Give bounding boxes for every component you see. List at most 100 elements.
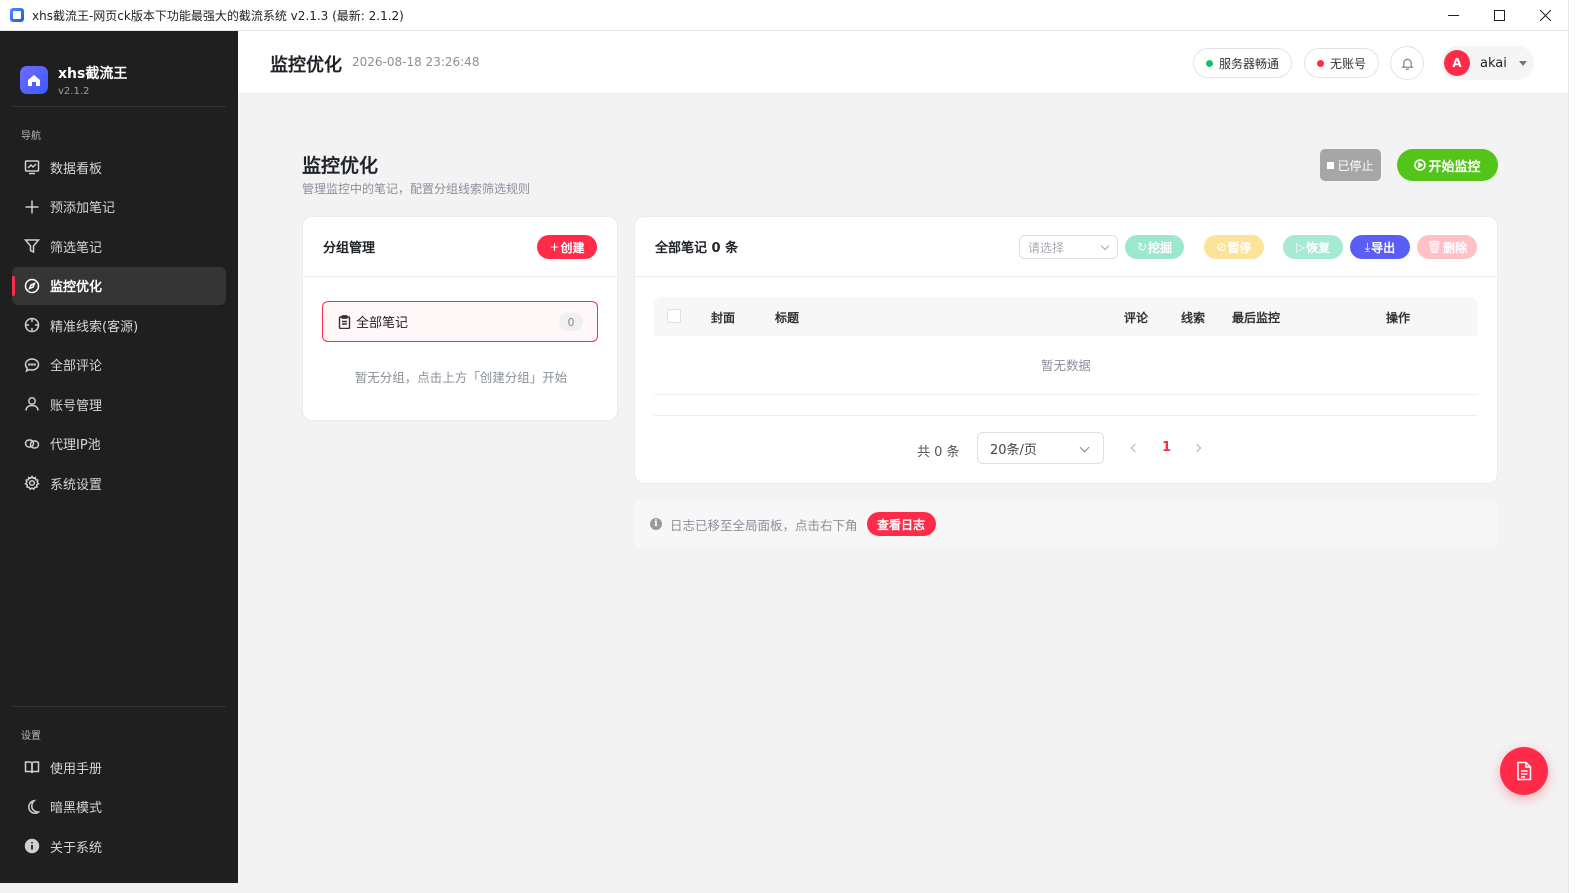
group-card-header: 分组管理 + 创建 <box>303 217 617 277</box>
log-panel-fab[interactable] <box>1500 747 1548 795</box>
header-timestamp: 2026-08-18 23:26:48 <box>352 55 480 69</box>
account-status-text: 无账号 <box>1330 56 1367 71</box>
notes-card-header: 全部笔记 0 条 请选择 ↻ 挖掘 ⊘ 暂停 ▷ 恢复 ⤓ 导出 � <box>635 217 1497 277</box>
chevron-down-icon <box>1100 241 1110 251</box>
sidebar-item-pre-add-notes[interactable]: 预添加笔记 <box>12 188 226 226</box>
play-icon: ▷ <box>1295 240 1306 254</box>
pause-label: 暂停 <box>1227 240 1252 255</box>
account-status-badge[interactable]: 无账号 <box>1304 48 1380 78</box>
sidebar-item-manual[interactable]: 使用手册 <box>12 748 226 786</box>
create-group-button[interactable]: + 创建 <box>537 235 597 259</box>
user-menu[interactable]: A akai <box>1441 46 1534 80</box>
prev-page-button[interactable] <box>1130 442 1140 454</box>
chart-icon <box>23 159 40 176</box>
delete-button[interactable]: 🗑 删除 <box>1417 235 1477 259</box>
user-name: akai <box>1480 55 1507 71</box>
brand-logo-icon <box>20 65 48 94</box>
column-header-last-monitor: 最后监控 <box>1232 311 1281 325</box>
start-monitor-button[interactable]: 开始监控 <box>1397 149 1498 181</box>
sidebar-item-dark-mode[interactable]: 暗黑模式 <box>12 788 226 826</box>
sidebar-item-label: 账号管理 <box>50 398 103 414</box>
stopped-button[interactable]: 已停止 <box>1320 149 1381 181</box>
info-icon: i <box>650 518 662 530</box>
sidebar-item-monitor[interactable]: 监控优化 <box>12 266 226 305</box>
column-header-title: 标题 <box>775 311 800 325</box>
group-select[interactable]: 请选择 <box>1019 235 1118 259</box>
export-label: 导出 <box>1371 240 1396 255</box>
start-monitor-label: 开始监控 <box>1428 159 1481 175</box>
group-card-title: 分组管理 <box>323 241 376 256</box>
sidebar-item-filter-notes[interactable]: 筛选笔记 <box>12 227 226 265</box>
sidebar-item-accounts[interactable]: 账号管理 <box>12 385 226 423</box>
window-controls <box>1430 0 1568 30</box>
filter-icon <box>23 238 40 255</box>
sidebar-item-label: 代理IP池 <box>50 438 101 453</box>
column-header-actions: 操作 <box>1386 311 1411 325</box>
group-item-all-notes[interactable]: 全部笔记 0 <box>322 301 598 342</box>
export-button[interactable]: ⤓ 导出 <box>1350 235 1410 259</box>
sidebar-item-label: 精准线索(客源) <box>50 319 139 335</box>
sidebar-item-label: 筛选笔记 <box>50 240 103 256</box>
group-item-label: 全部笔记 <box>356 316 409 331</box>
sidebar-item-settings[interactable]: 系统设置 <box>12 464 226 502</box>
sidebar-item-proxy-pool[interactable]: 代理IP池 <box>12 425 226 463</box>
window-right-edge <box>1568 0 1586 893</box>
pagination-total: 共 0 条 <box>917 445 960 460</box>
view-log-button[interactable]: 查看日志 <box>866 512 936 536</box>
current-page-number[interactable]: 1 <box>1162 440 1171 455</box>
window-titlebar: xhs截流王-网页ck版本下功能最强大的截流系统 v2.1.3 (最新: 2.1… <box>0 0 1568 31</box>
close-icon[interactable] <box>1522 0 1568 30</box>
plus-icon <box>23 198 40 215</box>
sidebar-item-label: 监控优化 <box>50 280 103 295</box>
user-icon <box>23 396 40 413</box>
page-size-select[interactable]: 20条/页 <box>977 432 1104 464</box>
delete-label: 删除 <box>1443 240 1468 255</box>
log-notice-bar: i 日志已移至全局面板，点击右下角 查看日志 <box>634 500 1498 548</box>
clipboard-icon <box>338 314 351 329</box>
brand: xhs截流王 v2.1.2 <box>0 31 238 106</box>
sidebar-item-dashboard[interactable]: 数据看板 <box>12 148 226 186</box>
table-header: 封面 标题 评论 线索 最后监控 操作 <box>654 297 1478 336</box>
select-all-checkbox[interactable] <box>667 309 681 323</box>
sidebar-item-label: 全部评论 <box>50 359 103 374</box>
link-icon <box>23 435 40 452</box>
info-icon <box>23 838 40 855</box>
sidebar-item-about[interactable]: 关于系统 <box>12 827 226 865</box>
minimize-icon[interactable] <box>1430 0 1476 30</box>
sidebar-item-label: 预添加笔记 <box>50 201 116 216</box>
main-content: 监控优化 管理监控中的笔记，配置分组线索筛选规则 已停止 开始监控 分组管理 +… <box>238 94 1568 883</box>
sidebar: xhs截流王 v2.1.2 导航 数据看板 预添加笔记 筛选笔记 监控优化 精准… <box>0 31 238 883</box>
status-dot-icon <box>1206 59 1213 67</box>
sidebar-item-comments[interactable]: 全部评论 <box>12 346 226 384</box>
bell-icon <box>1400 58 1414 70</box>
nav-section-label: 导航 <box>21 131 41 142</box>
mine-label: 挖掘 <box>1148 240 1173 255</box>
notes-card-title: 全部笔记 0 条 <box>655 241 739 256</box>
sidebar-bottom: 设置 使用手册 暗黑模式 关于系统 <box>0 706 238 867</box>
column-header-comments: 评论 <box>1124 311 1149 325</box>
select-placeholder: 请选择 <box>1028 240 1065 255</box>
notification-button[interactable] <box>1390 46 1424 80</box>
server-status-badge[interactable]: 服务器畅通 <box>1193 48 1293 78</box>
target-icon <box>23 317 40 334</box>
next-page-button[interactable] <box>1192 442 1202 454</box>
sidebar-item-label: 系统设置 <box>50 477 103 493</box>
table-empty-text: 暂无数据 <box>654 336 1478 395</box>
table-divider <box>654 415 1478 416</box>
group-count-badge: 0 <box>559 313 583 331</box>
download-icon: ⤓ <box>1364 239 1371 254</box>
book-icon <box>23 759 40 776</box>
top-header: 监控优化 2026-08-18 23:26:48 服务器畅通 无账号 A aka… <box>238 31 1568 94</box>
settings-section-label: 设置 <box>21 731 41 742</box>
group-empty-hint: 暂无分组，点击上方「创建分组」开始 <box>354 370 568 385</box>
sidebar-item-leads[interactable]: 精准线索(客源) <box>12 306 226 344</box>
gear-icon <box>23 475 40 492</box>
window-title: xhs截流王-网页ck版本下功能最强大的截流系统 v2.1.3 (最新: 2.1… <box>32 8 404 23</box>
mine-button[interactable]: ↻ 挖掘 <box>1125 235 1184 259</box>
notes-card: 全部笔记 0 条 请选择 ↻ 挖掘 ⊘ 暂停 ▷ 恢复 ⤓ 导出 � <box>634 216 1498 484</box>
maximize-icon[interactable] <box>1476 0 1522 30</box>
pause-button[interactable]: ⊘ 暂停 <box>1204 235 1264 259</box>
resume-label: 恢复 <box>1306 240 1331 255</box>
comment-icon <box>23 356 40 373</box>
resume-button[interactable]: ▷ 恢复 <box>1283 235 1343 259</box>
